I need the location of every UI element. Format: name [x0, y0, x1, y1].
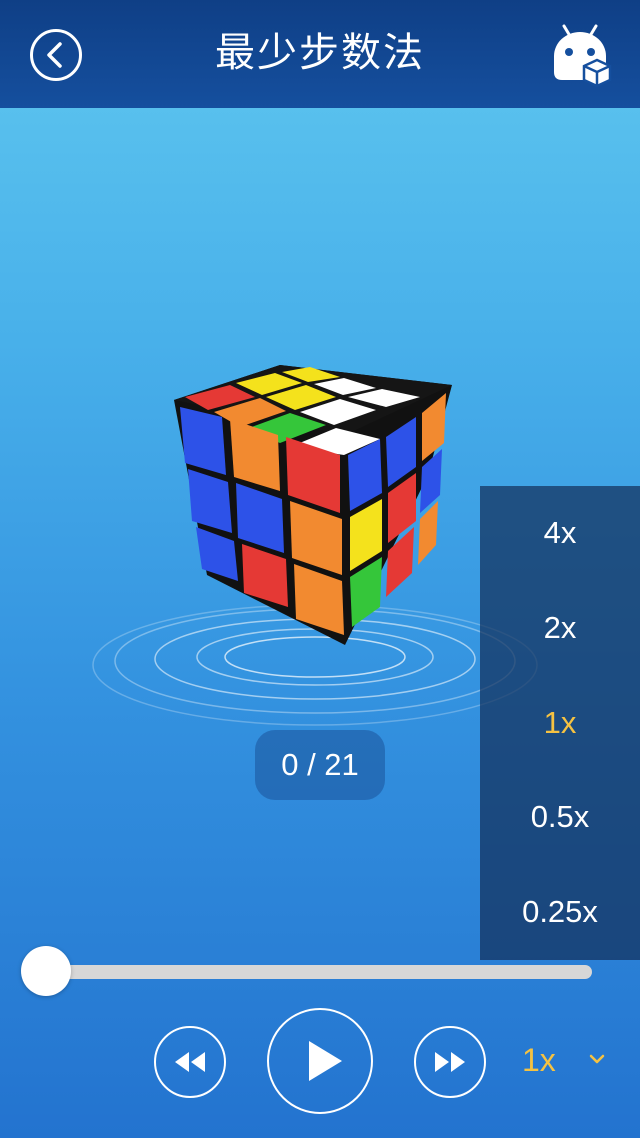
- speed-option-0.5x[interactable]: 0.5x: [480, 770, 640, 865]
- chevron-down-icon[interactable]: [587, 1052, 607, 1066]
- speed-option-0.25x[interactable]: 0.25x: [480, 865, 640, 960]
- progress-slider-thumb[interactable]: [21, 946, 71, 996]
- speed-option-1x[interactable]: 1x: [480, 676, 640, 771]
- speed-menu: 4x 2x 1x 0.5x 0.25x: [480, 486, 640, 960]
- robot-cube-icon: [554, 24, 612, 88]
- speed-option-4x[interactable]: 4x: [480, 486, 640, 581]
- fast-forward-icon: [435, 1052, 465, 1072]
- play-button[interactable]: [267, 1008, 373, 1114]
- progress-slider-track[interactable]: [28, 965, 592, 979]
- robot-solver-button[interactable]: [550, 22, 614, 88]
- page-title: 最少步数法: [215, 30, 425, 76]
- play-icon: [309, 1041, 342, 1081]
- rewind-icon: [175, 1052, 205, 1072]
- fast-forward-button[interactable]: [414, 1026, 486, 1098]
- speed-selector[interactable]: 1x: [522, 1040, 556, 1080]
- rewind-button[interactable]: [154, 1026, 226, 1098]
- speed-option-2x[interactable]: 2x: [480, 581, 640, 676]
- app-header: 最少步数法: [0, 0, 640, 108]
- step-counter: 0 / 21: [255, 730, 385, 800]
